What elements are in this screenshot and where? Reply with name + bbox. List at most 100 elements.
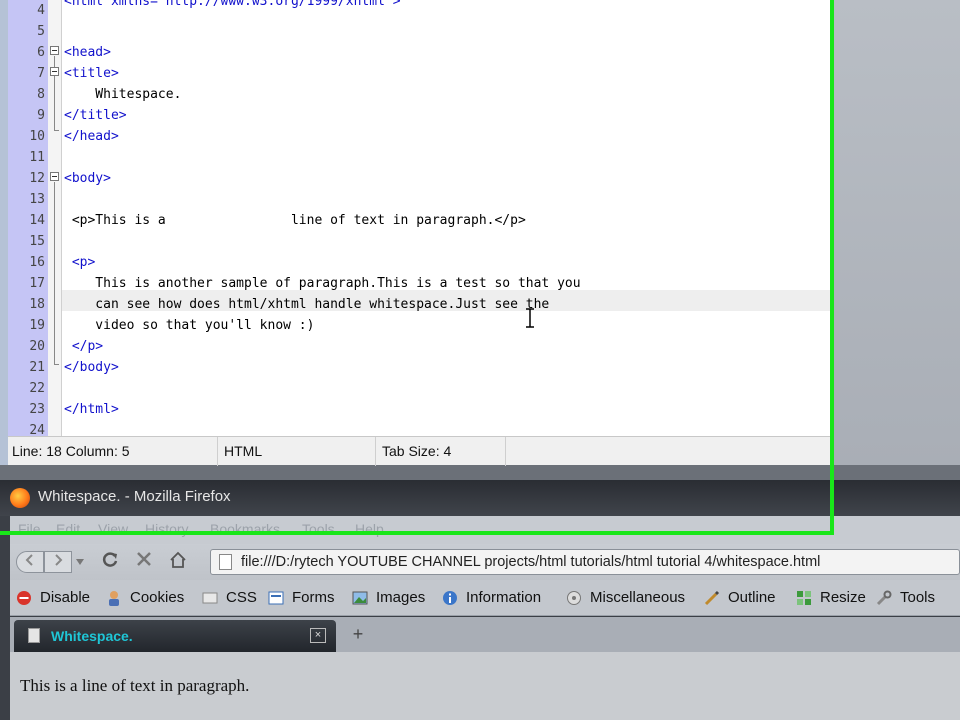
url-bar[interactable]: file:///D:/rytech YOUTUBE CHANNEL projec… xyxy=(210,549,960,575)
css-menu[interactable]: CSS xyxy=(226,589,257,606)
code-line: </html> xyxy=(64,402,119,417)
code-line: can see how does html/xhtml handle white… xyxy=(64,297,550,312)
menu-edit[interactable]: Edit xyxy=(56,521,80,537)
code-line: video so that you'll know :) xyxy=(64,318,315,333)
paragraph-text: This is a line of text in paragraph. xyxy=(20,676,250,695)
history-dropdown-button[interactable] xyxy=(72,551,88,573)
editor-status-bar: Line: 18 Column: 5 HTML Tab Size: 4 xyxy=(8,436,830,466)
outline-menu[interactable]: Outline xyxy=(728,589,776,606)
firefox-window: Whitespace. - Mozilla Firefox File Edit … xyxy=(0,480,960,720)
disable-icon xyxy=(17,591,31,605)
code-line: </body> xyxy=(64,360,119,375)
desktop-background xyxy=(830,0,960,465)
line-number: 8 xyxy=(37,87,45,102)
home-button[interactable] xyxy=(166,551,190,573)
menu-bar: File Edit View History Bookmarks Tools H… xyxy=(10,516,960,544)
new-tab-button[interactable]: + xyxy=(348,624,368,644)
line-number: 10 xyxy=(29,129,45,144)
miscellaneous-menu[interactable]: Miscellaneous xyxy=(590,589,685,606)
menu-bookmarks[interactable]: Bookmarks xyxy=(210,521,280,537)
menu-help[interactable]: Help xyxy=(355,521,384,537)
code-line: <html xmlns="http://www.w3.org/1999/xhtm… xyxy=(64,0,401,9)
disable-menu[interactable]: Disable xyxy=(40,589,90,606)
line-number: 19 xyxy=(29,318,45,333)
forms-menu[interactable]: Forms xyxy=(292,589,335,606)
chevron-down-icon xyxy=(76,559,84,565)
tab-title: Whitespace. xyxy=(51,628,133,644)
code-line: <p>This is a line of text in paragraph.<… xyxy=(64,213,526,228)
menu-file[interactable]: File xyxy=(18,521,41,537)
line-number: 14 xyxy=(29,213,45,228)
editor-left-frame xyxy=(0,0,8,465)
code-line: Whitespace. xyxy=(64,87,182,102)
images-icon xyxy=(352,591,368,605)
line-number: 17 xyxy=(29,276,45,291)
reload-icon xyxy=(102,552,118,567)
page-icon xyxy=(219,554,232,570)
line-number: 22 xyxy=(29,381,45,396)
line-number: 15 xyxy=(29,234,45,249)
code-line: <title> xyxy=(64,66,119,81)
line-number: 18 xyxy=(29,297,45,312)
fold-toggle-head[interactable] xyxy=(50,46,59,55)
firefox-logo-icon xyxy=(10,488,30,508)
miscellaneous-icon xyxy=(567,591,581,605)
cookies-icon xyxy=(109,591,119,606)
back-arrow-icon xyxy=(25,554,33,566)
code-line: </head> xyxy=(64,129,119,144)
forms-icon xyxy=(268,591,284,605)
line-number: 11 xyxy=(29,150,45,165)
code-line: <body> xyxy=(64,171,111,186)
back-button[interactable] xyxy=(16,551,44,573)
line-number: 12 xyxy=(29,171,45,186)
text-cursor-icon xyxy=(526,308,534,328)
line-number: 16 xyxy=(29,255,45,270)
tab-whitespace[interactable]: Whitespace. × xyxy=(14,620,336,652)
line-number: 21 xyxy=(29,360,45,375)
code-line: <head> xyxy=(64,45,111,60)
code-line: This is another sample of paragraph.This… xyxy=(64,276,581,291)
tab-size[interactable]: Tab Size: 4 xyxy=(376,437,506,466)
url-input[interactable]: file:///D:/rytech YOUTUBE CHANNEL projec… xyxy=(241,554,820,570)
line-number: 5 xyxy=(37,24,45,39)
images-menu[interactable]: Images xyxy=(376,589,425,606)
information-menu[interactable]: Information xyxy=(466,589,541,606)
css-icon xyxy=(202,592,218,604)
code-line: <p> xyxy=(64,255,96,270)
fold-end xyxy=(54,130,59,131)
line-number: 7 xyxy=(37,66,45,81)
cookies-menu[interactable]: Cookies xyxy=(130,589,184,606)
fold-toggle-title[interactable] xyxy=(50,67,59,76)
stop-icon xyxy=(137,552,151,566)
line-number: 23 xyxy=(29,402,45,417)
resize-icon xyxy=(797,591,811,605)
stop-button[interactable] xyxy=(132,551,156,573)
resize-menu[interactable]: Resize xyxy=(820,589,866,606)
forward-button[interactable] xyxy=(44,551,72,573)
reload-button[interactable] xyxy=(98,551,122,573)
code-line: </p> xyxy=(64,339,104,354)
menu-tools[interactable]: Tools xyxy=(302,521,335,537)
line-number: 20 xyxy=(29,339,45,354)
menu-history[interactable]: History xyxy=(145,521,189,537)
window-title: Whitespace. - Mozilla Firefox xyxy=(38,488,231,505)
firefox-title-bar[interactable]: Whitespace. - Mozilla Firefox xyxy=(0,480,960,516)
navigation-toolbar: file:///D:/rytech YOUTUBE CHANNEL projec… xyxy=(10,544,960,580)
tools-menu[interactable]: Tools xyxy=(900,589,935,606)
information-icon xyxy=(443,591,457,605)
fold-toggle-body[interactable] xyxy=(50,172,59,181)
line-number: 13 xyxy=(29,192,45,207)
forward-arrow-icon xyxy=(55,554,63,566)
line-number: 4 xyxy=(37,3,45,18)
code-editor-window: 4 5 6 7 8 9 10 11 12 13 14 15 16 17 18 1… xyxy=(0,0,960,466)
close-tab-button[interactable]: × xyxy=(310,628,326,643)
web-developer-toolbar: Disable Cookies CSS Forms Images Informa… xyxy=(10,580,960,616)
language-mode[interactable]: HTML xyxy=(218,437,376,466)
cursor-position: Line: 18 Column: 5 xyxy=(8,437,218,466)
outline-icon xyxy=(704,590,720,606)
menu-view[interactable]: View xyxy=(98,521,128,537)
fold-margin xyxy=(48,0,62,436)
fold-guide xyxy=(54,182,55,364)
tools-icon xyxy=(876,590,892,606)
line-number: 9 xyxy=(37,108,45,123)
